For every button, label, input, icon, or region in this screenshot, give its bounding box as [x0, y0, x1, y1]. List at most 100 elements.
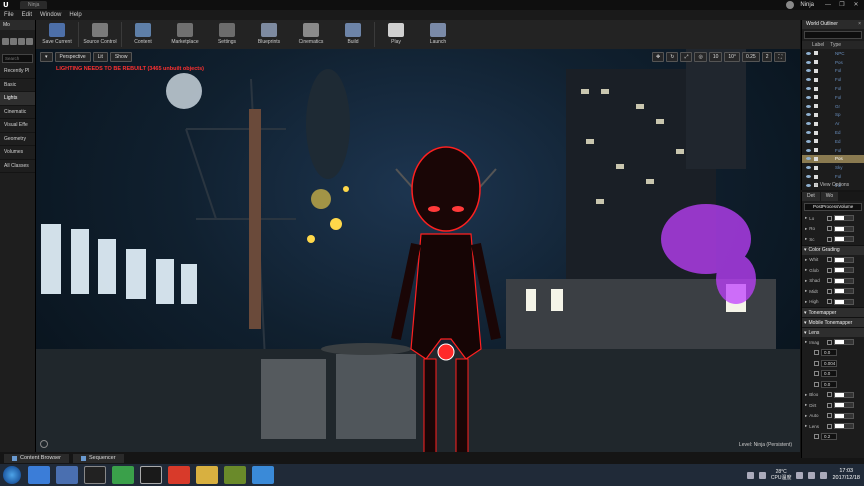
world-outliner-tab[interactable]: World Outliner ×	[802, 20, 864, 29]
override-checkbox[interactable]	[827, 257, 833, 263]
expand-arrow-icon[interactable]: ▸	[805, 236, 807, 242]
visibility-eye-icon[interactable]	[806, 139, 811, 143]
maximize-button[interactable]: ❐	[836, 1, 848, 9]
toolbar-button-play[interactable]: Play	[375, 20, 417, 49]
expand-arrow-icon[interactable]: ▾	[804, 310, 807, 316]
override-checkbox[interactable]	[827, 392, 833, 398]
override-checkbox[interactable]	[827, 278, 833, 284]
expand-arrow-icon[interactable]: ▸	[805, 288, 807, 294]
property-value-widget[interactable]	[834, 298, 855, 305]
expand-arrow-icon[interactable]: ▸	[805, 392, 807, 398]
tab-world-settings[interactable]: Wo	[820, 192, 839, 201]
details-section-header[interactable]: ▾ Color Grading	[802, 244, 864, 255]
mode-category[interactable]: Geometry	[0, 133, 35, 146]
details-section-header[interactable]: ▾ Tonemapper	[802, 307, 864, 317]
expand-arrow-icon[interactable]: ▸	[805, 423, 807, 429]
toolbar-button-blueprints[interactable]: Blueprints	[248, 20, 290, 49]
visibility-eye-icon[interactable]	[806, 69, 811, 73]
override-checkbox[interactable]	[827, 226, 833, 232]
visibility-eye-icon[interactable]	[806, 78, 811, 82]
toolbar-button-content[interactable]: Content	[122, 20, 164, 49]
outliner-row[interactable]: Pos	[802, 154, 864, 164]
type-column-header[interactable]: Type	[830, 41, 841, 49]
outliner-row[interactable]: Fol	[802, 67, 864, 76]
override-checkbox[interactable]	[814, 434, 819, 440]
menu-edit[interactable]: Edit	[22, 12, 32, 18]
view-options-button[interactable]: ◉ View Options	[814, 182, 849, 188]
scale-mode-icon[interactable]: ⤢	[680, 52, 693, 62]
tab-details[interactable]: Det	[802, 192, 820, 201]
property-value-widget[interactable]	[834, 339, 855, 346]
volume-icon[interactable]	[808, 471, 816, 479]
toolbar-button-save[interactable]: Save Current	[36, 20, 78, 49]
close-icon[interactable]: ×	[858, 20, 861, 29]
rotation-snap-button[interactable]: 10°	[724, 52, 740, 62]
network-tray-icon[interactable]	[796, 471, 804, 479]
tab-content-browser[interactable]: Content Browser	[4, 453, 69, 463]
override-checkbox[interactable]	[814, 350, 819, 356]
network-icon[interactable]	[56, 466, 78, 484]
override-checkbox[interactable]	[814, 360, 819, 366]
numeric-field[interactable]: 0.0	[821, 380, 837, 388]
visibility-eye-icon[interactable]	[806, 131, 811, 135]
outliner-row[interactable]: Sky	[802, 163, 864, 172]
numeric-field[interactable]: 0.0	[821, 370, 837, 378]
override-checkbox[interactable]	[827, 402, 833, 408]
override-checkbox[interactable]	[827, 413, 833, 419]
outliner-row[interactable]: Pos	[802, 58, 864, 67]
property-value-widget[interactable]	[834, 267, 855, 274]
expand-arrow-icon[interactable]: ▸	[805, 413, 807, 419]
toolbar-button-build[interactable]: Build	[332, 20, 374, 49]
netease-music-icon[interactable]	[168, 466, 190, 484]
property-value-widget[interactable]	[834, 236, 855, 243]
place-mode-icon[interactable]	[2, 37, 10, 45]
document-tab[interactable]: Ninja	[20, 1, 48, 9]
clock[interactable]: 17:03 2017/12/18	[832, 468, 860, 482]
level-viewport[interactable]: ▾ Perspective Lit Show ✥ ↻ ⤢ ◎ 10 10° 0.…	[36, 49, 800, 452]
override-checkbox[interactable]	[827, 236, 833, 242]
mode-category[interactable]: Volumes	[0, 146, 35, 160]
outliner-row[interactable]: Fol	[802, 93, 864, 102]
object-name-field[interactable]: PostProcessVolume	[804, 203, 862, 211]
mode-category[interactable]: Lights	[0, 92, 35, 106]
visibility-eye-icon[interactable]	[806, 87, 811, 91]
outliner-row[interactable]: Sp	[802, 111, 864, 120]
translate-mode-icon[interactable]: ✥	[652, 52, 665, 62]
mode-category[interactable]: Visual Effe	[0, 119, 35, 133]
expand-arrow-icon[interactable]: ▸	[805, 339, 807, 345]
landscape-mode-icon[interactable]	[17, 37, 25, 45]
outliner-row[interactable]: Ar	[802, 119, 864, 128]
world-local-icon[interactable]: ◎	[694, 52, 707, 62]
outliner-search-input[interactable]	[804, 31, 862, 39]
property-value-widget[interactable]	[834, 402, 855, 409]
outliner-row[interactable]: Fol	[802, 146, 864, 155]
numeric-field[interactable]: 0.0	[821, 349, 837, 357]
unreal-editor-icon[interactable]	[140, 466, 162, 484]
outliner-row[interactable]: Fol	[802, 172, 864, 181]
toolbar-button-launch[interactable]: Launch	[417, 20, 459, 49]
expand-arrow-icon[interactable]: ▾	[804, 320, 807, 326]
start-button-icon[interactable]	[3, 466, 21, 484]
toolbar-button-marketplace[interactable]: Marketplace	[164, 20, 206, 49]
override-checkbox[interactable]	[814, 381, 819, 387]
details-section-header[interactable]: ▾ Lens	[802, 327, 864, 337]
modes-search-input[interactable]: Search	[2, 54, 33, 63]
minimize-button[interactable]: —	[822, 1, 834, 9]
mode-category[interactable]: Cinematic	[0, 106, 35, 119]
scale-snap-button[interactable]: 0.25	[741, 52, 760, 62]
tray-chevron-icon[interactable]	[746, 471, 754, 479]
viewport-options-button[interactable]: ▾	[40, 52, 53, 62]
visibility-eye-icon[interactable]	[806, 157, 811, 161]
override-checkbox[interactable]	[827, 423, 833, 429]
tray-app-icon[interactable]	[758, 471, 766, 479]
numeric-field[interactable]: 0.004	[821, 359, 837, 367]
mode-category[interactable]: Basic	[0, 79, 35, 92]
override-checkbox[interactable]	[827, 215, 833, 221]
menu-help[interactable]: Help	[69, 12, 81, 18]
property-value-widget[interactable]	[834, 423, 855, 430]
property-value-widget[interactable]	[834, 225, 855, 232]
rotate-mode-icon[interactable]: ↻	[666, 52, 679, 62]
camera-speed-button[interactable]: 2	[761, 52, 773, 62]
visibility-eye-icon[interactable]	[806, 148, 811, 152]
expand-arrow-icon[interactable]: ▸	[805, 278, 807, 284]
